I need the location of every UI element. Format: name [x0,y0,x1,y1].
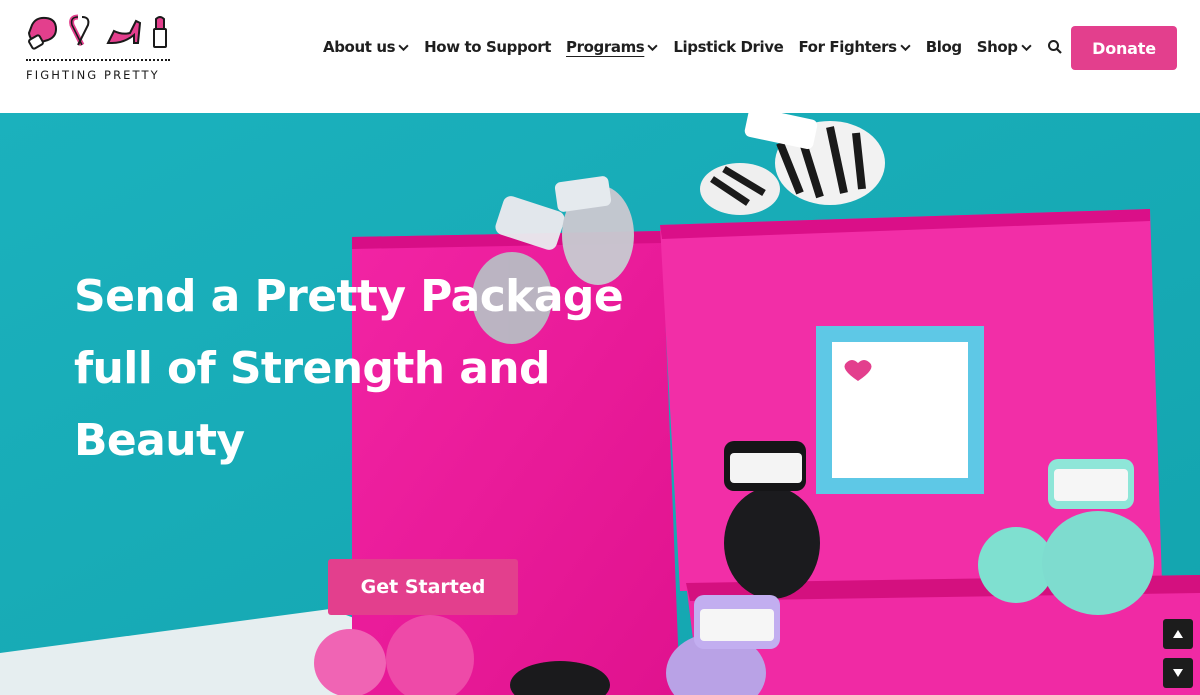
donate-button[interactable]: Donate [1071,26,1177,70]
nav-item-for-fighters[interactable]: For Fighters [798,38,911,56]
main-nav: About us How to Support Programs Lipstick D… [323,36,1063,58]
site-header: FIGHTING PRETTY About us How to Support Pr… [0,0,1200,113]
hero-heading-line: full of Strength and [74,343,551,394]
nav-item-about-us[interactable]: About us [323,38,409,56]
chevron-down-icon [647,44,658,51]
nav-item-label: For Fighters [798,38,897,56]
hero-heading: Send a Pretty Package full of Strength a… [74,261,754,477]
scroll-down-button[interactable] [1163,658,1193,688]
logo-divider [26,59,170,61]
ribbon-icon [69,14,90,47]
hero-heading-line: Beauty [74,415,245,466]
nav-item-label: Lipstick Drive [673,38,784,56]
get-started-button[interactable]: Get Started [328,559,518,615]
nav-item-how-to-support[interactable]: How to Support [424,38,551,56]
hero-banner: Send a Pretty Package full of Strength a… [0,113,1200,695]
caret-up-icon [1173,630,1183,638]
nav-item-label: About us [323,38,396,56]
hero-heading-line: Send a Pretty Package [74,271,624,322]
site-logo[interactable]: FIGHTING PRETTY [26,13,172,85]
nav-item-label: Blog [925,38,962,56]
boxing-glove-icon [27,16,58,50]
chevron-down-icon [398,44,409,51]
nav-item-label: Programs [566,38,645,56]
nav-item-programs[interactable]: Programs [566,38,658,56]
chevron-down-icon [1021,44,1032,51]
scroll-up-button[interactable] [1163,619,1193,649]
chevron-down-icon [900,44,911,51]
caret-down-icon [1173,669,1183,677]
nav-item-label: How to Support [424,38,552,56]
search-icon[interactable] [1047,39,1063,55]
nav-item-label: Shop [976,38,1018,56]
nav-item-lipstick-drive[interactable]: Lipstick Drive [673,38,784,56]
logo-wordmark: FIGHTING PRETTY [26,68,160,82]
logo-icons [27,14,167,50]
lipstick-icon [153,16,167,48]
nav-item-shop[interactable]: Shop [977,38,1032,56]
high-heel-icon [106,19,142,44]
nav-item-blog[interactable]: Blog [926,38,962,56]
